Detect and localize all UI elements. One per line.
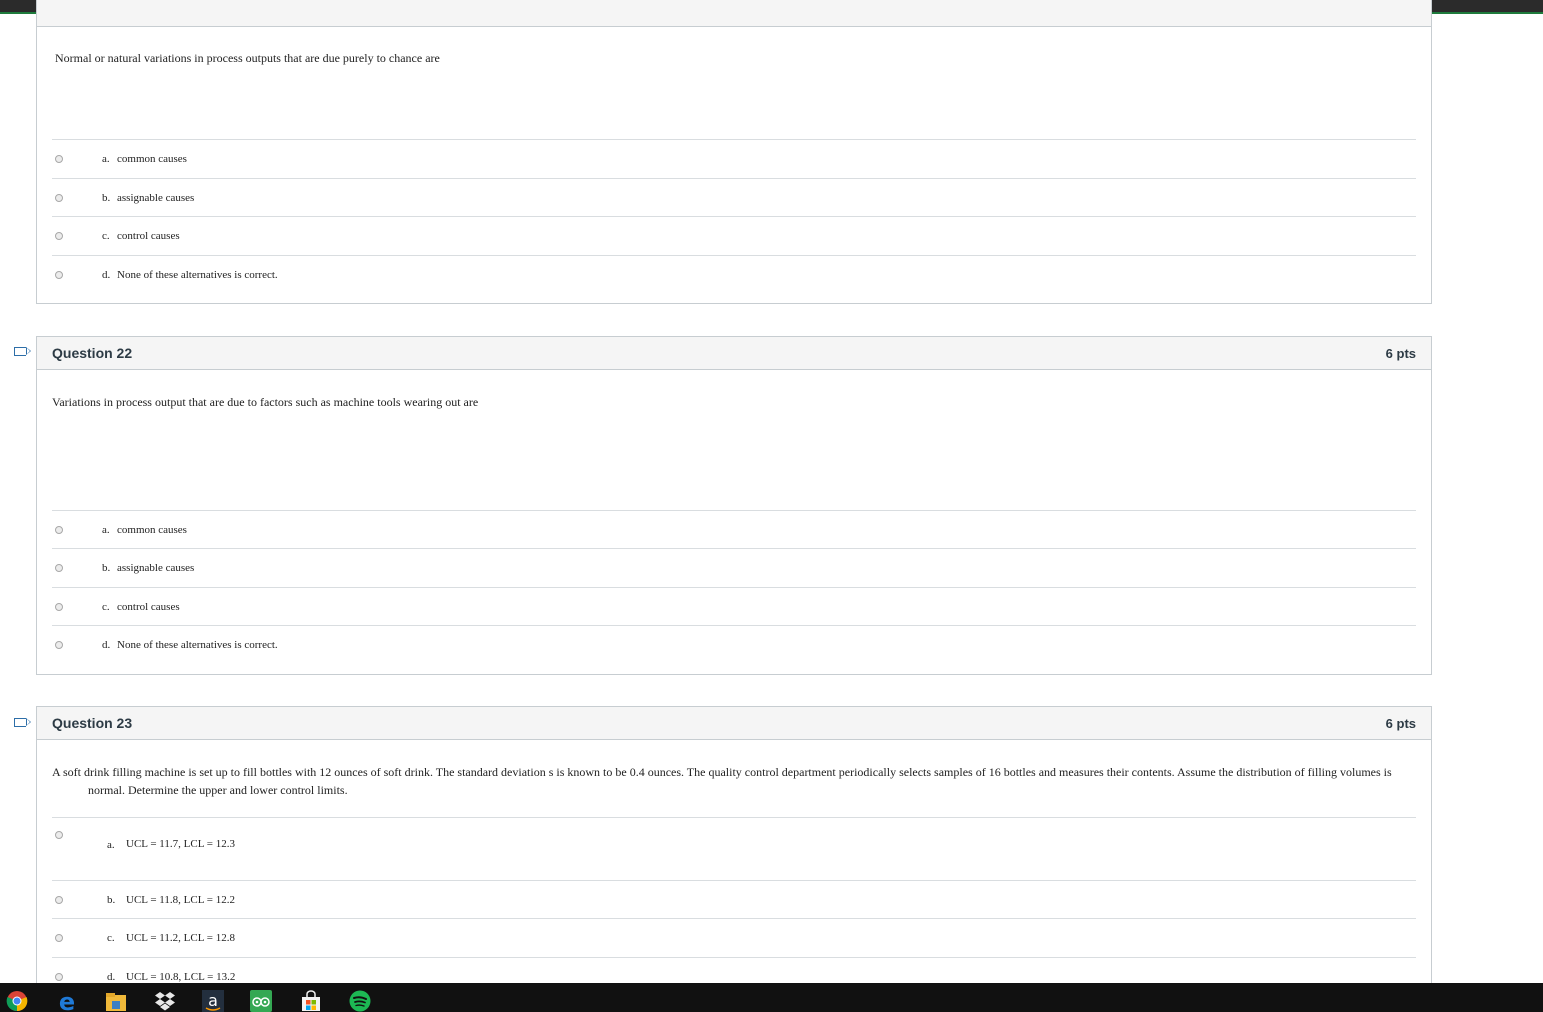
radio-button[interactable]: [55, 270, 63, 279]
question-header: [37, 0, 1431, 27]
answer-letter: a.: [102, 153, 110, 165]
radio-button[interactable]: [55, 564, 63, 572]
answer-option[interactable]: d. None of these alternatives is correct…: [52, 255, 1416, 293]
edge-icon[interactable]: e: [56, 990, 78, 1012]
answer-letter: c.: [102, 230, 110, 242]
answer-option[interactable]: c. UCL = 11.2, LCL = 12.8: [52, 918, 1416, 957]
question-header: Question 23 6 pts: [37, 707, 1431, 740]
file-explorer-icon[interactable]: [105, 990, 127, 1012]
answer-letter: a.: [102, 523, 110, 536]
radio-button[interactable]: [55, 193, 63, 202]
answer-text: None of these alternatives is correct.: [117, 638, 278, 651]
question-text: A soft drink filling machine is set up t…: [37, 763, 1407, 799]
question-header: Question 22 6 pts: [37, 337, 1431, 370]
question-22: Question 22 6 pts Variations in process …: [36, 336, 1432, 675]
question-text: Variations in process output that are du…: [52, 395, 479, 409]
svg-text:e: e: [59, 990, 75, 1012]
answer-option[interactable]: a. common causes: [52, 510, 1416, 548]
answer-letter: c.: [102, 600, 110, 613]
answer-letter: c.: [107, 932, 115, 944]
answer-letter: a.: [107, 839, 115, 851]
answer-text: control causes: [117, 600, 180, 613]
radio-button[interactable]: [55, 895, 63, 904]
answer-text: assignable causes: [117, 562, 195, 574]
spotify-icon[interactable]: [349, 990, 371, 1012]
answer-option[interactable]: a. UCL = 11.7, LCL = 12.3: [52, 817, 1416, 880]
answer-text: UCL = 10.8, LCL = 13.2: [126, 970, 236, 983]
answer-text: UCL = 11.7, LCL = 12.3: [126, 838, 235, 850]
answer-text: common causes: [117, 523, 187, 536]
question-title: Question 22: [52, 345, 133, 361]
radio-button[interactable]: [55, 602, 63, 611]
answer-text: common causes: [117, 153, 187, 165]
answer-letter: d.: [102, 638, 111, 651]
radio-button[interactable]: [55, 155, 63, 163]
flag-question-icon[interactable]: [14, 717, 31, 727]
answer-option[interactable]: b. UCL = 11.8, LCL = 12.2: [52, 880, 1416, 918]
radio-button[interactable]: [55, 934, 63, 942]
answer-list: a. common causes b. assignable causes c.…: [52, 510, 1416, 663]
answer-letter: b.: [102, 562, 111, 574]
question-points: 6 pts: [1385, 345, 1416, 361]
question-text: Normal or natural variations in process …: [55, 51, 440, 65]
answer-list: a. common causes b. assignable causes c.…: [52, 139, 1416, 293]
answer-option[interactable]: c. control causes: [52, 587, 1416, 625]
answer-option[interactable]: b. assignable causes: [52, 548, 1416, 587]
answer-letter: b.: [102, 191, 111, 204]
answer-text: assignable causes: [117, 191, 195, 204]
question-title: Question 23: [52, 715, 133, 731]
radio-button[interactable]: [55, 525, 63, 534]
answer-option[interactable]: a. common causes: [52, 139, 1416, 178]
radio-button[interactable]: [55, 972, 63, 981]
amazon-icon[interactable]: a: [202, 990, 224, 1012]
answer-option[interactable]: b. assignable causes: [52, 178, 1416, 216]
answer-text: UCL = 11.2, LCL = 12.8: [126, 932, 235, 944]
tripadvisor-icon[interactable]: [250, 990, 272, 1012]
radio-button[interactable]: [55, 640, 63, 649]
radio-button[interactable]: [55, 831, 63, 839]
answer-letter: d.: [102, 268, 111, 281]
question-text-line: A soft drink filling machine is set up t…: [52, 765, 1392, 779]
flag-question-icon[interactable]: [14, 346, 31, 356]
answer-list: a. UCL = 11.7, LCL = 12.3 b. UCL = 11.8,…: [52, 817, 1416, 995]
answer-text: None of these alternatives is correct.: [117, 268, 278, 281]
amazon-logo-letter: a: [208, 991, 218, 1010]
chrome-icon[interactable]: [6, 990, 28, 1012]
answer-letter: d.: [107, 970, 116, 983]
answer-option[interactable]: d. None of these alternatives is correct…: [52, 625, 1416, 663]
question-23: Question 23 6 pts A soft drink filling m…: [36, 706, 1432, 996]
answer-text: UCL = 11.8, LCL = 12.2: [126, 893, 235, 906]
taskbar: e a: [0, 983, 1543, 1012]
question-text-line: normal. Determine the upper and lower co…: [88, 783, 348, 797]
question-points: 6 pts: [1385, 715, 1416, 731]
store-icon[interactable]: [300, 990, 322, 1012]
answer-option[interactable]: c. control causes: [52, 216, 1416, 255]
radio-button[interactable]: [55, 232, 63, 240]
answer-text: control causes: [117, 230, 180, 242]
question-21: Normal or natural variations in process …: [36, 0, 1432, 304]
answer-letter: b.: [107, 893, 116, 906]
dropbox-icon[interactable]: [154, 990, 176, 1012]
